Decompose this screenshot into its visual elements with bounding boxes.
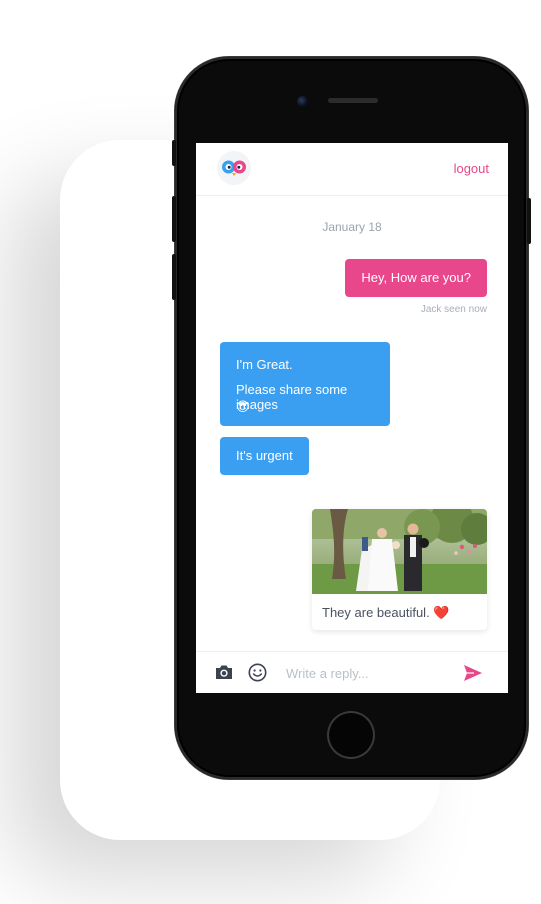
app-screen: logout January 18 Hey, How are you? Jack…	[196, 143, 508, 693]
front-camera	[297, 96, 308, 107]
app-header: logout	[196, 143, 508, 196]
send-icon[interactable]	[463, 664, 483, 682]
image-message-card[interactable]: They are beautiful. ❤️	[312, 509, 487, 630]
owl-logo-icon[interactable]	[217, 151, 251, 185]
power-button	[527, 198, 531, 244]
home-button[interactable]	[327, 711, 375, 759]
seen-status: Jack seen now	[420, 304, 487, 315]
message-bubble-received: I'm Great. Please share some images 😎	[220, 342, 390, 426]
message-bubble-received: It's urgent	[220, 437, 309, 475]
date-divider: January 18	[322, 220, 382, 234]
message-line: I'm Great.	[236, 357, 293, 372]
wedding-photo[interactable]	[312, 509, 487, 594]
earpiece-speaker	[328, 98, 378, 103]
emoji-icon[interactable]	[248, 663, 267, 682]
volume-down-button	[172, 254, 176, 300]
mute-switch	[172, 140, 176, 166]
image-caption: They are beautiful. ❤️	[322, 605, 450, 620]
message-bubble-sent: Hey, How are you?	[345, 259, 487, 297]
logout-link[interactable]: logout	[454, 161, 489, 176]
message-line: Please share some images	[236, 382, 348, 412]
reply-input[interactable]	[286, 660, 451, 686]
compose-bar	[196, 651, 508, 693]
camera-icon[interactable]	[215, 664, 233, 680]
volume-up-button	[172, 196, 176, 242]
sunglasses-emoji: 😎	[236, 399, 250, 414]
